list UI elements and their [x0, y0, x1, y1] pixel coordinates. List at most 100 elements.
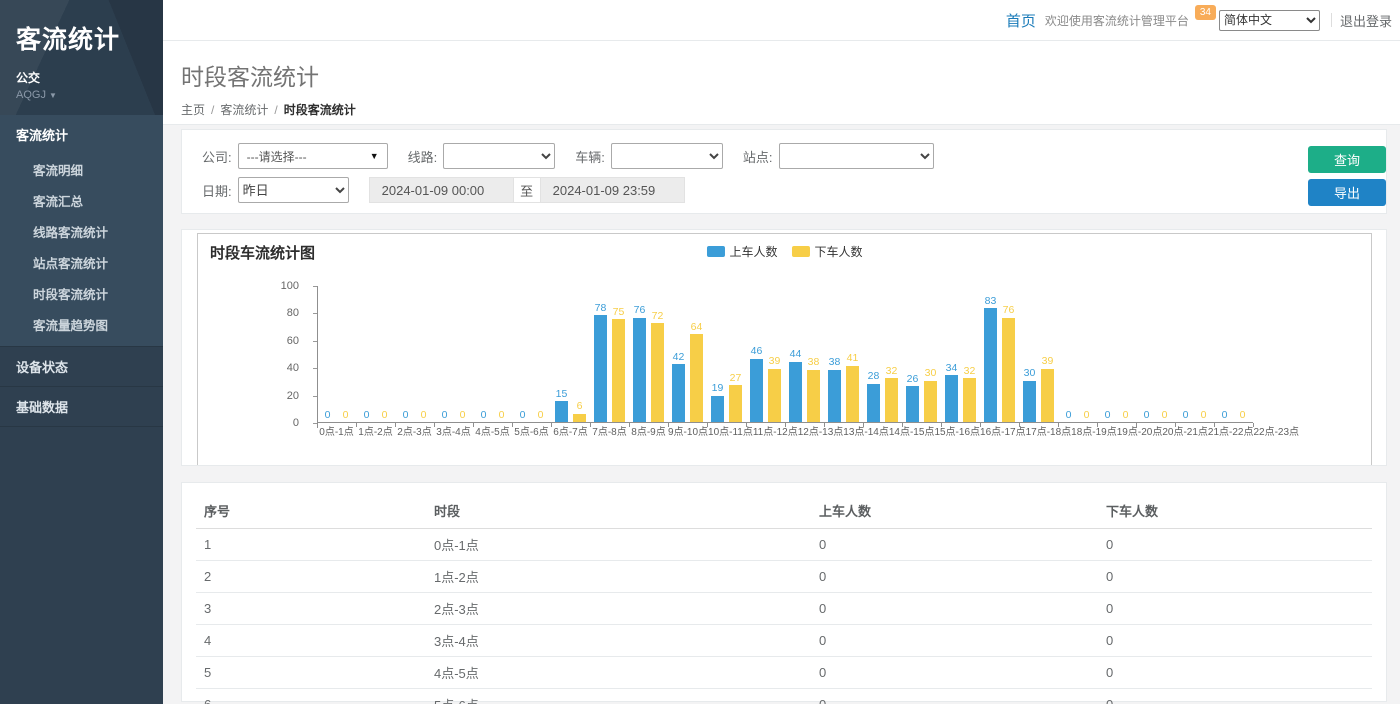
- bar-value-label: 38: [829, 357, 841, 368]
- table-cell: 3: [196, 593, 426, 625]
- bar-value-label: 0: [1222, 410, 1228, 421]
- x-axis-label: 7点-8点: [590, 427, 629, 438]
- bar-column: 30: [1022, 368, 1038, 422]
- legend-swatch-icon: [792, 246, 810, 257]
- x-tick-mark: [512, 423, 513, 427]
- x-axis-label: 5点-6点: [512, 427, 551, 438]
- x-axis-label: 2点-3点: [395, 427, 434, 438]
- bar-column: 0: [1217, 410, 1233, 423]
- query-button[interactable]: 查询: [1308, 146, 1386, 173]
- export-button[interactable]: 导出: [1308, 179, 1386, 206]
- x-axis-label: 6点-7点: [551, 427, 590, 438]
- bar-value-label: 0: [1066, 410, 1072, 421]
- bar-value-label: 39: [769, 356, 781, 367]
- table-cell: 4: [196, 625, 426, 657]
- x-axis-label: 13点-14点: [843, 427, 889, 438]
- chart-category-slot: 30 39: [1019, 285, 1058, 422]
- sidebar-item-基础数据[interactable]: 基础数据: [0, 387, 163, 426]
- bar-column: 83: [983, 296, 999, 422]
- bar-column: 0: [1139, 410, 1155, 423]
- bar-column: 78: [593, 303, 609, 422]
- sidebar-item-设备状态[interactable]: 设备状态: [0, 347, 163, 386]
- logout-link[interactable]: 退出登录: [1340, 11, 1392, 30]
- bar-下车人数: [1041, 369, 1054, 422]
- station-select[interactable]: [779, 143, 934, 169]
- chart-category-slot: 4264: [668, 285, 707, 422]
- x-tick-mark: [824, 423, 825, 427]
- bar-column: 41: [845, 353, 861, 422]
- table-cell: 0: [1098, 625, 1372, 657]
- x-axis-label: 10点-11点: [708, 427, 753, 438]
- bar-value-label: 75: [613, 307, 625, 318]
- data-table: 序号时段上车人数下车人数 10点-1点0021点-2点0032点-3点0043点…: [196, 493, 1372, 704]
- language-select[interactable]: 简体中文: [1219, 10, 1320, 31]
- y-tick-label: 0: [259, 417, 299, 429]
- table-cell: 6: [196, 689, 426, 704]
- content: 公司: ---请选择--- ▼ 线路: 车辆: 站点:: [163, 125, 1400, 702]
- bar-column: 28: [866, 371, 882, 422]
- sidebar-item-客流统计[interactable]: 客流统计: [0, 115, 163, 154]
- sidebar-item-时段客流统计[interactable]: 时段客流统计: [0, 278, 163, 309]
- bar-column: 76: [632, 305, 648, 422]
- bar-上车人数: [672, 364, 685, 422]
- breadcrumb-link[interactable]: 主页: [181, 103, 205, 117]
- sidebar-subitem: 时段客流统计: [0, 278, 163, 309]
- bar-value-label: 78: [595, 303, 607, 314]
- welcome-text: 欢迎使用客流统计管理平台: [1045, 12, 1189, 29]
- bar-value-label: 39: [1042, 356, 1054, 367]
- x-tick-mark: [1019, 423, 1020, 427]
- breadcrumb-link[interactable]: 客流统计: [220, 103, 268, 117]
- bar-上车人数: [867, 384, 880, 422]
- sidebar-menu: 客流统计客流明细客流汇总线路客流统计站点客流统计时段客流统计客流量趋势图设备状态…: [0, 115, 163, 427]
- bar-value-label: 0: [499, 410, 505, 421]
- x-axis-label: 19点-20点: [1117, 427, 1163, 438]
- table-header-cell: 序号: [196, 493, 426, 529]
- chart-box: 时段车流统计图 上车人数下车人数 100806040200 0000000000…: [197, 233, 1372, 466]
- line-select[interactable]: [443, 143, 555, 169]
- bar-value-label: 0: [481, 410, 487, 421]
- date-start-input[interactable]: [369, 177, 514, 203]
- user-dropdown[interactable]: AQGJ▼: [16, 89, 147, 101]
- sidebar-item-客流汇总[interactable]: 客流汇总: [0, 185, 163, 216]
- date-preset-select[interactable]: 昨日: [238, 177, 349, 203]
- company-select[interactable]: ---请选择--- ▼: [238, 143, 388, 169]
- bar-下车人数: [807, 370, 820, 422]
- breadcrumb: 主页/客流统计/时段客流统计: [181, 101, 1400, 118]
- date-end-input[interactable]: [540, 177, 685, 203]
- sidebar-item-站点客流统计[interactable]: 站点客流统计: [0, 247, 163, 278]
- company-select-value: ---请选择---: [247, 148, 307, 165]
- bar-value-label: 72: [652, 311, 664, 322]
- bar-下车人数: [924, 381, 937, 422]
- bar-column: 0: [320, 410, 336, 423]
- x-axis-label: 1点-2点: [356, 427, 395, 438]
- table-cell: 0: [1098, 657, 1372, 689]
- bar-下车人数: [846, 366, 859, 422]
- bar-value-label: 30: [925, 368, 937, 379]
- sidebar-item-客流量趋势图[interactable]: 客流量趋势图: [0, 309, 163, 340]
- bar-上车人数: [828, 370, 841, 422]
- topbar: 首页 欢迎使用客流统计管理平台 34 简体中文 退出登录: [163, 0, 1400, 41]
- vehicle-select[interactable]: [611, 143, 723, 169]
- bar-value-label: 38: [808, 357, 820, 368]
- home-link[interactable]: 首页: [1006, 10, 1036, 31]
- legend-item-下车人数[interactable]: 下车人数: [792, 243, 863, 260]
- bar-column: 0: [338, 410, 354, 423]
- sidebar-item-客流明细[interactable]: 客流明细: [0, 154, 163, 185]
- bar-value-label: 28: [868, 371, 880, 382]
- bar-column: 0: [1100, 410, 1116, 423]
- bar-value-label: 76: [634, 305, 646, 316]
- user-name: AQGJ: [16, 89, 46, 101]
- x-tick-mark: [551, 423, 552, 427]
- table-cell: 0: [1098, 529, 1372, 561]
- chart-panel[interactable]: 时段车流统计图 上车人数下车人数 100806040200 0000000000…: [181, 229, 1387, 466]
- x-tick-mark: [356, 423, 357, 427]
- chart-category-slot: 00: [1136, 285, 1175, 422]
- chart-title: 时段车流统计图: [210, 242, 315, 263]
- legend-item-上车人数[interactable]: 上车人数: [706, 243, 777, 260]
- x-tick-mark: [902, 423, 903, 427]
- table-cell: 0: [811, 561, 1098, 593]
- sidebar-item-线路客流统计[interactable]: 线路客流统计: [0, 216, 163, 247]
- bar-column: 32: [962, 366, 978, 422]
- bar-value-label: 64: [691, 322, 703, 333]
- bar-value-label: 19: [712, 383, 724, 394]
